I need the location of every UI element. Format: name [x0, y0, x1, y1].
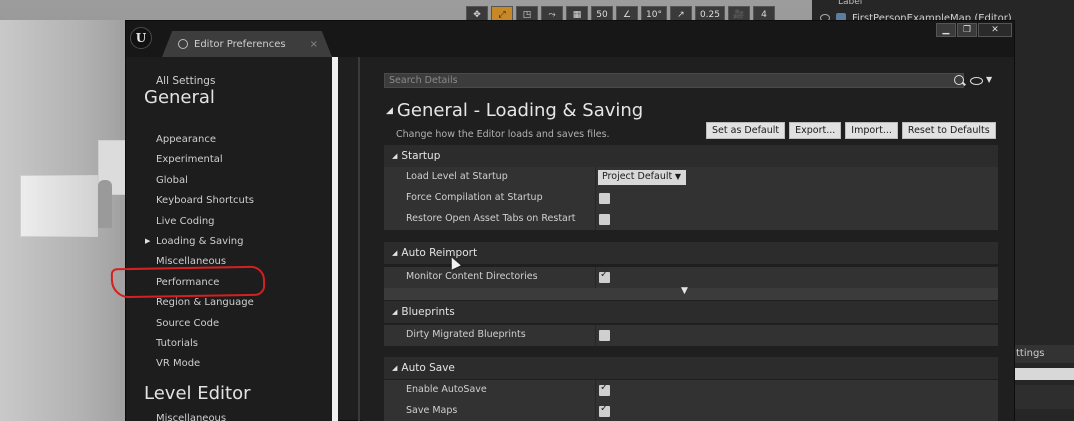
sidebar-item-live-coding[interactable]: Live Coding: [156, 216, 215, 227]
property-label: Dirty Migrated Blueprints: [406, 329, 526, 340]
unreal-logo-icon: U: [130, 27, 152, 49]
property-row: Load Level at Startup Project Default ▼: [384, 167, 998, 188]
viewport-cube: [20, 175, 98, 237]
window-controls: ▁ ❐ ✕: [936, 23, 1012, 37]
sidebar-item-level-miscellaneous[interactable]: Miscellaneous: [156, 413, 226, 421]
section-title-text: General - Loading & Saving: [396, 100, 644, 121]
view-options-eye-icon[interactable]: [970, 77, 983, 85]
column-divider[interactable]: [595, 209, 596, 230]
sidebar-item-region-language[interactable]: Region & Language: [156, 297, 254, 308]
sidebar-heading-level-editor: Level Editor: [144, 383, 251, 404]
tab-editor-preferences[interactable]: Editor Preferences ×: [162, 31, 332, 57]
sidebar-item-miscellaneous[interactable]: Miscellaneous: [156, 256, 226, 267]
search-details-input[interactable]: Search Details: [384, 73, 964, 88]
close-button[interactable]: ✕: [978, 23, 1012, 37]
category-title: Startup: [401, 150, 441, 162]
column-divider[interactable]: [595, 267, 596, 288]
property-row: Force Compilation at Startup: [384, 188, 998, 209]
section-title: ◢ General - Loading & Saving: [386, 100, 643, 121]
sidebar-item-tutorials[interactable]: Tutorials: [156, 338, 198, 349]
column-divider[interactable]: [595, 401, 596, 421]
collapse-triangle-icon[interactable]: ◢: [386, 106, 393, 116]
advanced-expander[interactable]: ▼: [384, 286, 998, 300]
property-label: Monitor Content Directories: [406, 271, 538, 282]
sidebar-item-experimental[interactable]: Experimental: [156, 154, 223, 165]
outliner-bar: [1012, 368, 1074, 380]
dropdown-value: Project Default: [602, 171, 673, 182]
property-label: Force Compilation at Startup: [406, 192, 543, 203]
settings-action-buttons: Set as Default Export... Import... Reset…: [706, 122, 996, 139]
sidebar-item-global[interactable]: Global: [156, 175, 188, 186]
details-panel: Search Details ▼ ◢ General - Loading & Sa…: [362, 57, 1014, 421]
section-description: Change how the Editor loads and saves fi…: [396, 129, 610, 140]
force-compilation-checkbox[interactable]: [599, 193, 610, 204]
property-label: Save Maps: [406, 405, 458, 416]
property-row: Restore Open Asset Tabs on Restart: [384, 209, 998, 230]
collapse-triangle-icon[interactable]: ◢: [392, 364, 397, 372]
annotation-highlight-circle: [110, 265, 266, 299]
sidebar-item-appearance[interactable]: Appearance: [156, 134, 216, 145]
collapse-triangle-icon[interactable]: ◢: [392, 249, 397, 257]
enable-autosave-checkbox[interactable]: [599, 382, 610, 396]
category-auto-reimport[interactable]: ◢ Auto Reimport: [384, 242, 998, 264]
monitor-content-checkbox[interactable]: [599, 269, 610, 283]
details-table: ◢ Startup Load Level at Startup Project D…: [384, 145, 998, 421]
category-startup[interactable]: ◢ Startup: [384, 145, 998, 167]
category-title: Auto Save: [401, 362, 455, 374]
outliner-bar: [1012, 385, 1074, 409]
dirty-migrated-blueprints-checkbox[interactable]: [599, 330, 610, 341]
category-auto-save[interactable]: ◢ Auto Save: [384, 357, 998, 379]
import-button[interactable]: Import...: [845, 122, 898, 139]
minimize-button[interactable]: ▁: [936, 23, 956, 37]
sidebar-item-keyboard-shortcuts[interactable]: Keyboard Shortcuts: [156, 195, 254, 206]
sidebar-heading-general: General: [144, 87, 215, 108]
column-divider[interactable]: [595, 380, 596, 401]
column-divider[interactable]: [595, 188, 596, 209]
world-settings-tab[interactable]: ttings: [1012, 345, 1074, 363]
outliner-header: Label: [838, 0, 863, 7]
window-titlebar[interactable]: U Editor Preferences × ▁ ❐ ✕: [126, 21, 1014, 57]
property-label: Load Level at Startup: [406, 171, 508, 182]
set-as-default-button[interactable]: Set as Default: [706, 122, 786, 139]
property-label: Enable AutoSave: [406, 384, 487, 395]
sidebar-item-loading-saving[interactable]: Loading & Saving: [145, 236, 244, 247]
sidebar-item-all-settings[interactable]: All Settings: [156, 75, 215, 87]
viewport-mannequin: [98, 180, 112, 228]
export-button[interactable]: Export...: [789, 122, 842, 139]
property-label: Restore Open Asset Tabs on Restart: [406, 213, 576, 224]
collapse-triangle-icon[interactable]: ◢: [392, 152, 397, 160]
property-row: Monitor Content Directories: [384, 267, 998, 288]
expand-arrow-icon[interactable]: ▼: [681, 286, 688, 296]
collapse-triangle-icon[interactable]: ◢: [392, 308, 397, 316]
chevron-down-icon[interactable]: ▼: [986, 75, 992, 84]
column-divider[interactable]: [595, 325, 596, 346]
sidebar-scrollbar[interactable]: [332, 57, 338, 421]
property-row: Save Maps: [384, 401, 998, 421]
editor-preferences-window: U Editor Preferences × ▁ ❐ ✕ All Setting…: [110, 20, 1015, 421]
property-row: Dirty Migrated Blueprints: [384, 325, 998, 346]
restore-tabs-checkbox[interactable]: [599, 214, 610, 225]
category-title: Auto Reimport: [401, 247, 478, 259]
reset-to-defaults-button[interactable]: Reset to Defaults: [901, 122, 996, 139]
sidebar-item-vr-mode[interactable]: VR Mode: [156, 358, 200, 369]
maximize-button[interactable]: ❐: [957, 23, 977, 37]
property-row: Enable AutoSave: [384, 380, 998, 401]
settings-sidebar: All Settings General Appearance Experime…: [110, 57, 336, 421]
tab-close-icon[interactable]: ×: [310, 39, 318, 50]
search-icon[interactable]: [954, 75, 964, 85]
save-maps-checkbox[interactable]: [599, 403, 610, 417]
settings-gear-icon: [178, 39, 188, 49]
load-level-dropdown[interactable]: Project Default ▼: [598, 170, 686, 185]
column-divider[interactable]: [595, 167, 596, 188]
tab-label: Editor Preferences: [194, 38, 286, 50]
category-title: Blueprints: [401, 306, 455, 318]
sidebar-item-source-code[interactable]: Source Code: [156, 318, 219, 329]
chevron-down-icon: ▼: [674, 172, 681, 181]
pane-divider[interactable]: [358, 57, 360, 421]
category-blueprints[interactable]: ◢ Blueprints: [384, 301, 998, 323]
